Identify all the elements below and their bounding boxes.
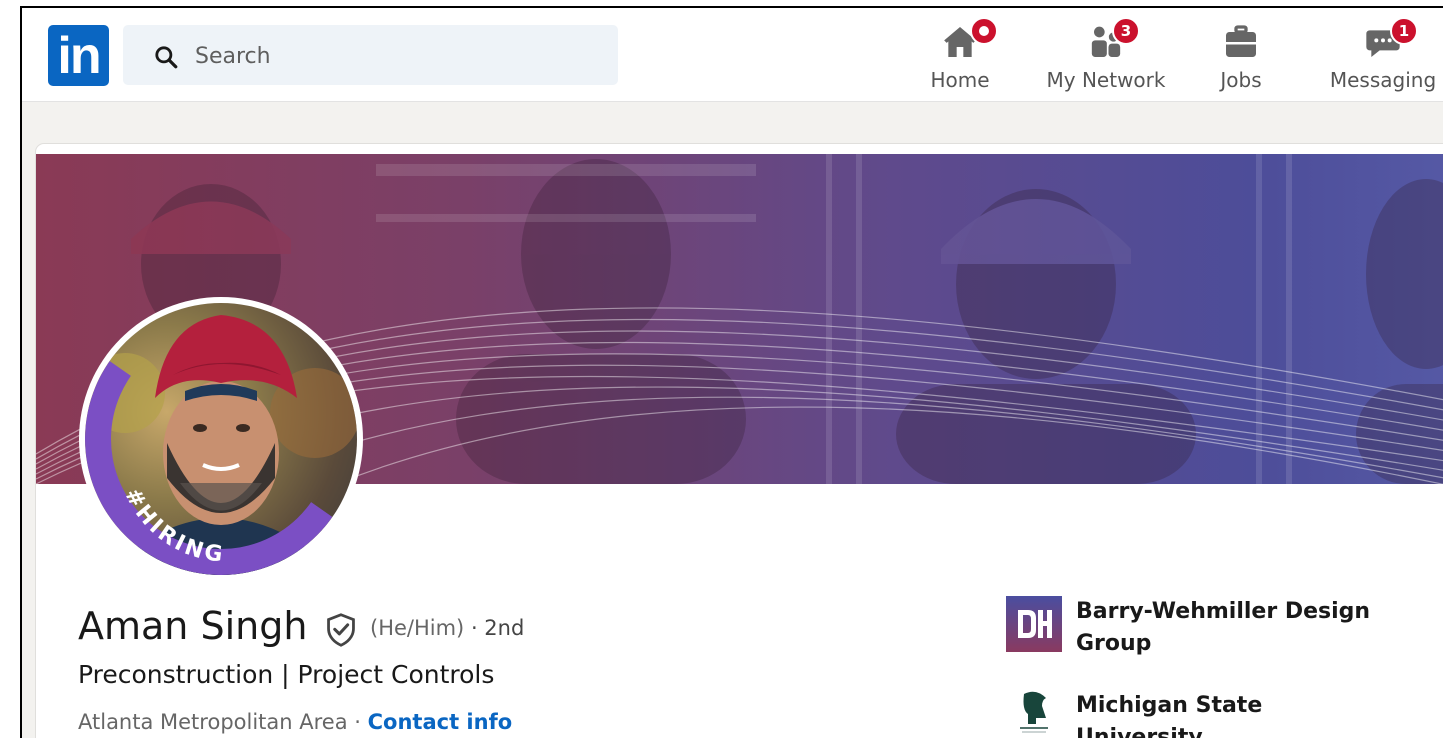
profile-card: #HIRING Aman Singh (He/Him) · 2nd Precon… bbox=[36, 144, 1443, 738]
nav-messaging[interactable]: 1 Messaging bbox=[1328, 17, 1438, 94]
search-icon bbox=[155, 46, 178, 69]
top-nav: in Home bbox=[22, 8, 1443, 102]
verified-shield-icon[interactable] bbox=[324, 612, 358, 648]
nav-my-network[interactable]: 3 My Network bbox=[1036, 17, 1176, 94]
search-box[interactable] bbox=[123, 25, 618, 85]
nav-messaging-label: Messaging bbox=[1329, 68, 1437, 92]
home-notification-dot bbox=[970, 17, 998, 45]
network-badge: 3 bbox=[1112, 17, 1140, 45]
app-window: in Home bbox=[20, 6, 1443, 738]
nav-jobs[interactable]: Jobs bbox=[1204, 22, 1278, 94]
profile-pronouns: (He/Him) bbox=[370, 616, 465, 640]
profile-location-row: Atlanta Metropolitan Area · Contact info bbox=[78, 710, 512, 734]
nav-home-label: Home bbox=[930, 68, 990, 92]
profile-location: Atlanta Metropolitan Area · bbox=[78, 710, 361, 734]
profile-pronouns-row: (He/Him) · 2nd bbox=[370, 616, 524, 640]
bw-design-group-logo bbox=[1006, 596, 1062, 652]
search-input[interactable] bbox=[193, 35, 597, 77]
briefcase-icon bbox=[1226, 25, 1256, 57]
current-company-name: Barry-Wehmiller Design Group bbox=[1076, 599, 1371, 656]
linkedin-logo[interactable]: in bbox=[48, 25, 109, 86]
contact-info-link[interactable]: Contact info bbox=[368, 710, 513, 734]
spartan-helmet-logo bbox=[1006, 684, 1062, 738]
profile-photo-frame[interactable]: #HIRING bbox=[79, 297, 363, 581]
hiring-frame: #HIRING bbox=[85, 360, 333, 575]
nav-home[interactable]: Home bbox=[912, 17, 1008, 94]
profile-headline: Preconstruction | Project Controls bbox=[78, 660, 495, 689]
messaging-badge: 1 bbox=[1390, 17, 1418, 45]
nav-jobs-label: Jobs bbox=[1220, 68, 1262, 92]
connection-degree: · 2nd bbox=[470, 616, 525, 640]
education-school-name: Michigan State University bbox=[1076, 693, 1263, 738]
nav-my-network-label: My Network bbox=[1046, 68, 1166, 92]
profile-photo[interactable]: #HIRING bbox=[85, 303, 357, 575]
profile-name: Aman Singh bbox=[78, 604, 308, 648]
